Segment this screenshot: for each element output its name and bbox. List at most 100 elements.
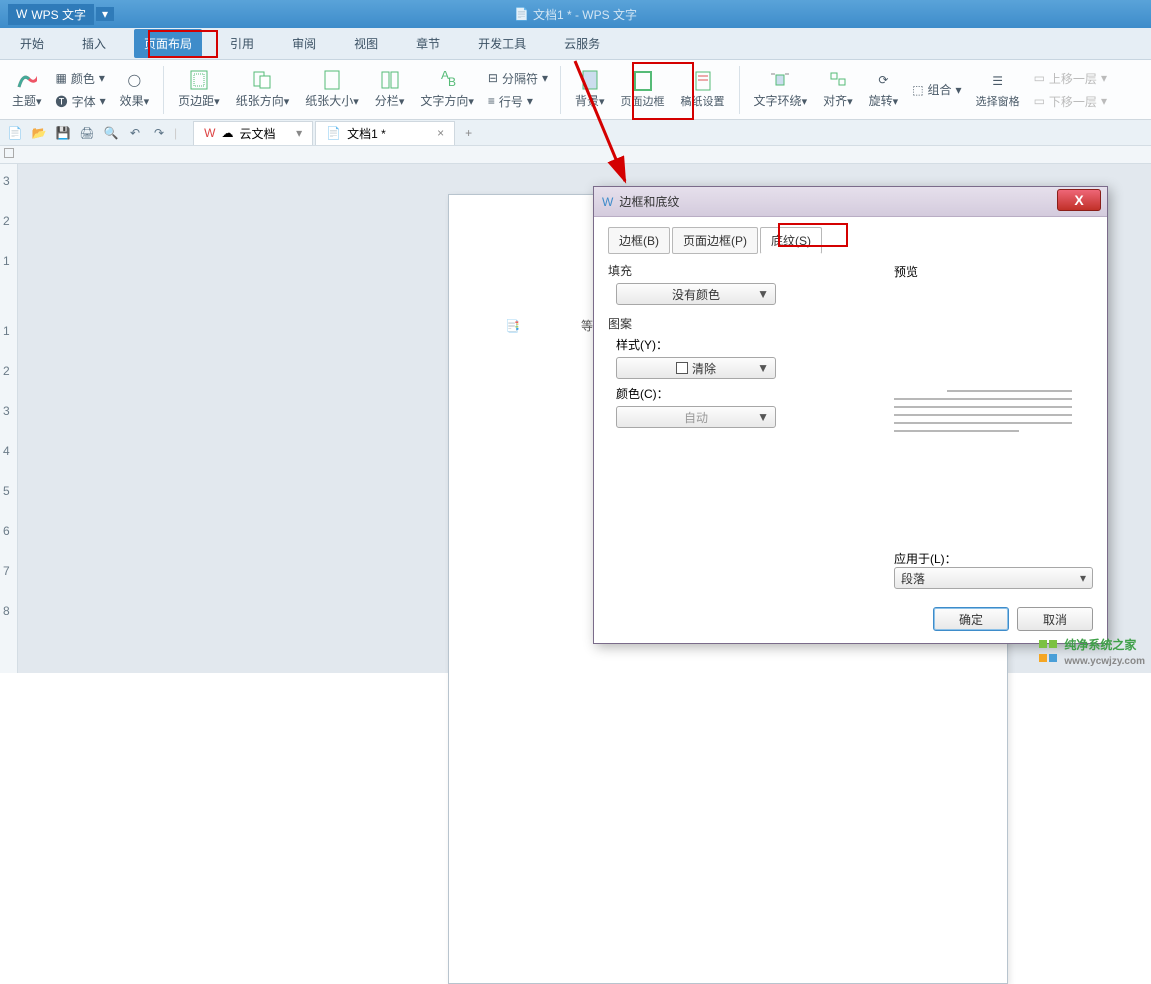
fill-color-combo[interactable]: 没有颜色▼ xyxy=(616,283,776,305)
preview-icon[interactable]: 🔍 xyxy=(102,124,120,142)
font-label: 字体 xyxy=(72,93,96,110)
text-dir-button[interactable]: AB文字方向▾ xyxy=(414,62,480,118)
open-icon[interactable]: 📂 xyxy=(30,124,48,142)
tab-page-border[interactable]: 页面边框(P) xyxy=(672,227,758,254)
wrap-button[interactable]: 文字环绕▾ xyxy=(748,62,814,118)
style-combo[interactable]: 清除▼ xyxy=(616,357,776,379)
preview-label: 预览 xyxy=(894,263,1093,280)
chevron-down-icon: ▾ xyxy=(1080,571,1086,585)
wrap-label: 文字环绕 xyxy=(754,94,802,108)
color-button[interactable]: ▦颜色▾ xyxy=(52,68,110,89)
menu-insert[interactable]: 插入 xyxy=(72,29,116,58)
bring-fwd-icon: ▭ xyxy=(1034,71,1045,85)
preview-column: 预览 应用于(L)： 段落▾ xyxy=(894,263,1093,589)
tab-border[interactable]: 边框(B) xyxy=(608,227,670,254)
watermark-title: 纯净系统之家 xyxy=(1064,638,1136,652)
pattern-group: 图案 样式(Y)： 清除▼ 颜色(C)： 自动▼ xyxy=(608,315,878,428)
close-icon[interactable]: × xyxy=(437,126,444,140)
vertical-ruler[interactable]: 3 2 1 1 2 3 4 5 6 7 8 xyxy=(0,164,18,673)
new-icon[interactable]: 📄 xyxy=(6,124,24,142)
paper-setup-icon xyxy=(693,71,713,91)
theme-icon xyxy=(17,70,37,90)
preview-line xyxy=(894,406,1072,408)
cancel-button[interactable]: 取消 xyxy=(1017,607,1093,631)
doc-icon: 📄 xyxy=(514,7,529,21)
margins-button[interactable]: 页边距▾ xyxy=(172,62,226,118)
group-label: 组合 xyxy=(928,81,952,98)
preview-line xyxy=(894,398,1072,400)
menu-dev-tools[interactable]: 开发工具 xyxy=(468,29,536,58)
color-label: 颜色 xyxy=(71,70,95,87)
ruler-tick: 4 xyxy=(3,444,10,458)
ruler-tick: 2 xyxy=(3,364,10,378)
breaks-button[interactable]: ⊟分隔符▾ xyxy=(484,68,552,89)
horizontal-ruler[interactable] xyxy=(0,146,1151,164)
separator xyxy=(739,66,740,114)
color-icon: ▦ xyxy=(56,71,67,85)
pattern-color-label: 颜色(C)： xyxy=(616,385,878,402)
ruler-tick: 3 xyxy=(3,404,10,418)
ok-button[interactable]: 确定 xyxy=(933,607,1009,631)
orientation-button[interactable]: 纸张方向▾ xyxy=(230,62,296,118)
highlight-page-layout xyxy=(148,30,218,58)
chevron-down-icon[interactable]: ▾ xyxy=(296,126,302,140)
preview-line xyxy=(894,430,1019,432)
ruler-tick: 1 xyxy=(3,254,10,268)
close-button[interactable]: X xyxy=(1057,189,1101,211)
new-tab-button[interactable]: + xyxy=(457,126,480,140)
pattern-color-combo[interactable]: 自动▼ xyxy=(616,406,776,428)
columns-button[interactable]: 分栏▾ xyxy=(369,62,411,118)
doc-tab[interactable]: 📄 文档1 * × xyxy=(315,121,455,145)
title-bar: W WPS 文字 ▾ 📄 文档1 * - WPS 文字 xyxy=(0,0,1151,28)
menu-section[interactable]: 章节 xyxy=(406,29,450,58)
dialog-title-bar[interactable]: W 边框和底纹 X xyxy=(594,187,1107,217)
rotate-button[interactable]: ⟳旋转▾ xyxy=(863,62,905,118)
redo-icon[interactable]: ↷ xyxy=(150,124,168,142)
menu-cloud[interactable]: 云服务 xyxy=(554,29,610,58)
font-button[interactable]: 🅣字体▾ xyxy=(52,91,110,112)
separator xyxy=(560,66,561,114)
text-dir-icon: AB xyxy=(437,70,457,90)
align-button[interactable]: 对齐▾ xyxy=(817,62,859,118)
preview-line xyxy=(894,414,1072,416)
font-icon: 🅣 xyxy=(56,93,68,110)
menu-references[interactable]: 引用 xyxy=(220,29,264,58)
size-button[interactable]: 纸张大小▾ xyxy=(299,62,365,118)
print-icon[interactable]: 🖨 xyxy=(78,124,96,142)
app-menu[interactable]: W WPS 文字 xyxy=(8,4,94,25)
theme-button[interactable]: 主题▾ xyxy=(6,62,48,118)
app-name-label: WPS 文字 xyxy=(31,6,86,23)
cloud-tab[interactable]: W ☁ 云文档 ▾ xyxy=(193,121,313,145)
wps-icon: W xyxy=(602,195,613,209)
qat-separator: | xyxy=(174,126,177,140)
background-icon xyxy=(580,70,600,90)
effects-button[interactable]: ◯ 效果▾ xyxy=(114,62,156,118)
size-icon xyxy=(322,70,342,90)
apply-to-combo[interactable]: 段落▾ xyxy=(894,567,1093,589)
background-button[interactable]: 背景▾ xyxy=(569,62,611,118)
line-num-button[interactable]: ≡行号▾ xyxy=(484,91,552,112)
app-dropdown[interactable]: ▾ xyxy=(96,7,114,21)
undo-icon[interactable]: ↶ xyxy=(126,124,144,142)
quick-access-toolbar: 📄 📂 💾 🖨 🔍 ↶ ↷ | W ☁ 云文档 ▾ 📄 文档1 * × + xyxy=(0,120,1151,146)
highlight-shading-tab xyxy=(778,223,848,247)
breaks-icon: ⊟ xyxy=(488,71,498,85)
group-icon: ⬚ xyxy=(912,83,923,97)
menu-review[interactable]: 审阅 xyxy=(282,29,326,58)
send-back-icon: ▭ xyxy=(1034,94,1045,108)
menu-start[interactable]: 开始 xyxy=(10,29,54,58)
rotate-icon: ⟳ xyxy=(873,70,893,90)
wrap-icon xyxy=(770,70,790,90)
group-button[interactable]: ⬚组合▾ xyxy=(908,79,965,100)
bring-fwd-label: 上移一层 xyxy=(1049,70,1097,87)
svg-text:B: B xyxy=(448,75,456,89)
save-icon[interactable]: 💾 xyxy=(54,124,72,142)
ruler-tick: 6 xyxy=(3,524,10,538)
margins-icon xyxy=(189,70,209,90)
menu-view[interactable]: 视图 xyxy=(344,29,388,58)
select-pane-button[interactable]: ☰选择窗格 xyxy=(970,62,1026,118)
bring-forward-button[interactable]: ▭上移一层▾ xyxy=(1030,68,1111,89)
fill-value: 没有颜色 xyxy=(672,286,720,303)
send-back-button[interactable]: ▭下移一层▾ xyxy=(1030,91,1111,112)
dialog-title: 边框和底纹 xyxy=(619,193,679,210)
